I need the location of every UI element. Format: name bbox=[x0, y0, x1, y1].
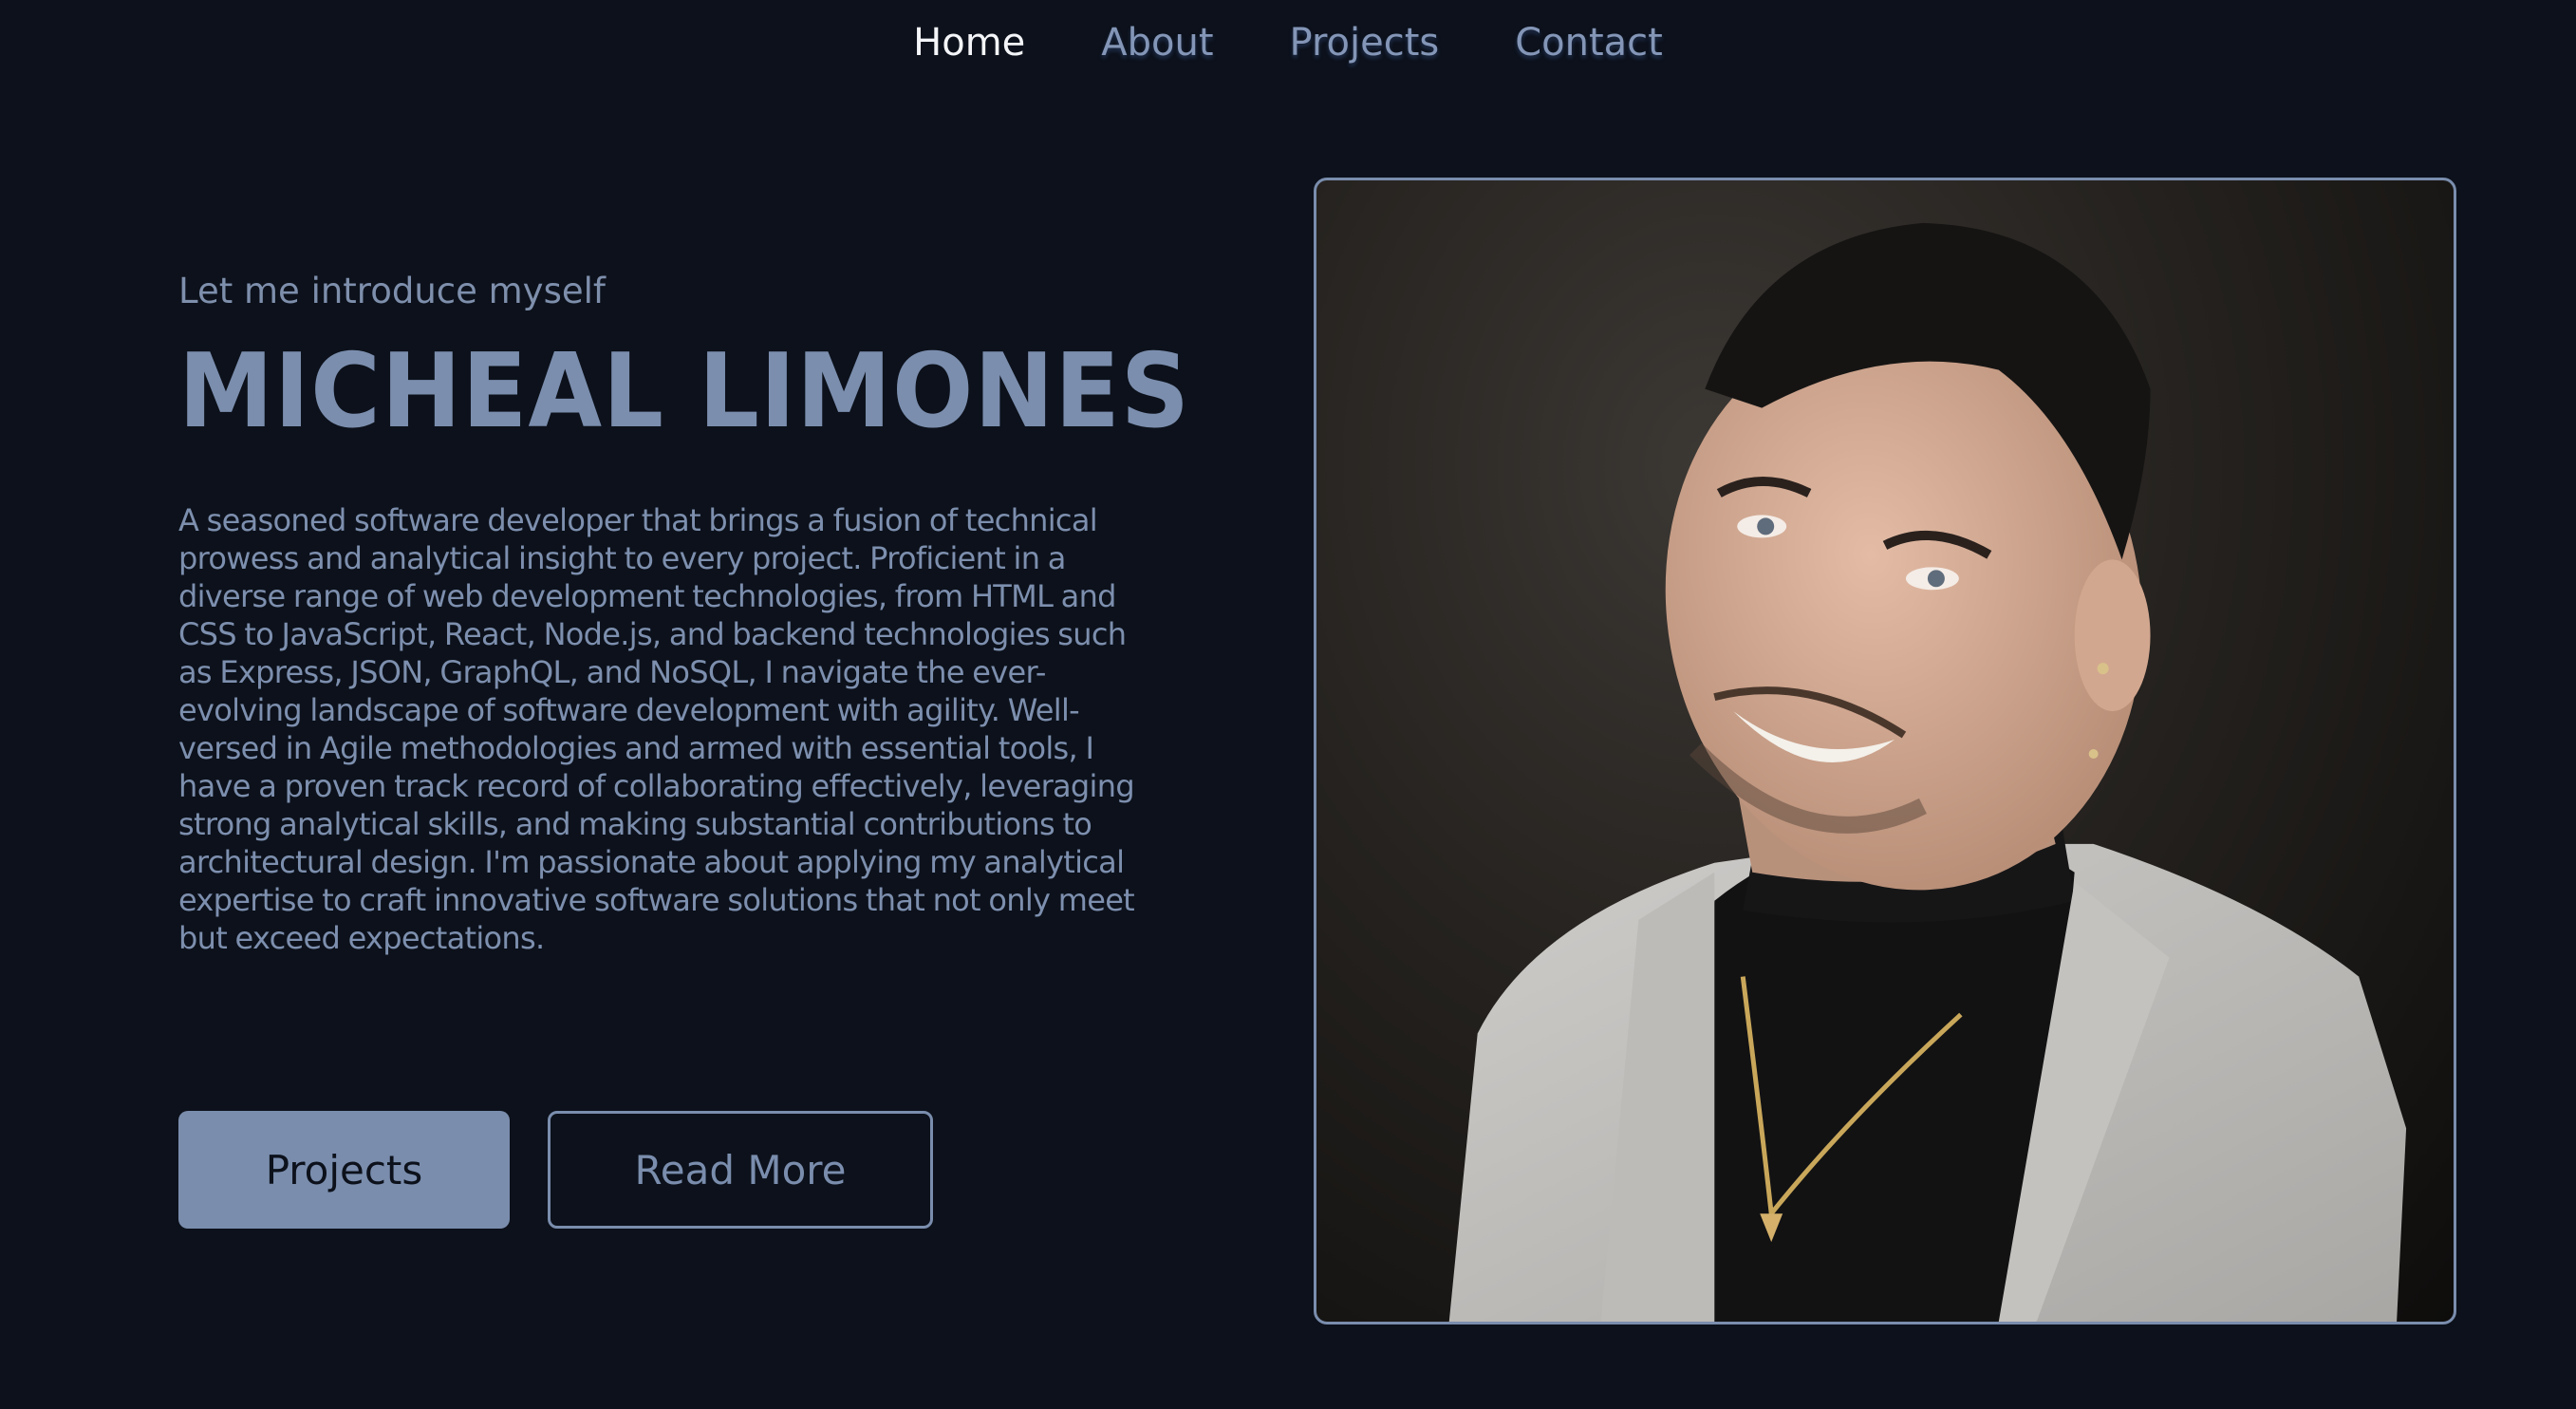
hero-bio: A seasoned software developer that bring… bbox=[178, 502, 1135, 956]
intro-text: Let me introduce myself bbox=[178, 271, 606, 311]
projects-button[interactable]: Projects bbox=[178, 1111, 510, 1229]
hero-name: MICHEAL LIMONES bbox=[178, 332, 1191, 451]
nav-projects-link[interactable]: Projects bbox=[1290, 21, 1440, 65]
read-more-button[interactable]: Read More bbox=[548, 1111, 933, 1229]
nav-home-link[interactable]: Home bbox=[913, 21, 1025, 65]
main-nav: Home About Projects Contact bbox=[0, 21, 2576, 65]
profile-photo bbox=[1314, 178, 2456, 1324]
nav-contact-link[interactable]: Contact bbox=[1515, 21, 1663, 65]
nav-about-link[interactable]: About bbox=[1101, 21, 1213, 65]
portrait-illustration bbox=[1448, 222, 2407, 1322]
